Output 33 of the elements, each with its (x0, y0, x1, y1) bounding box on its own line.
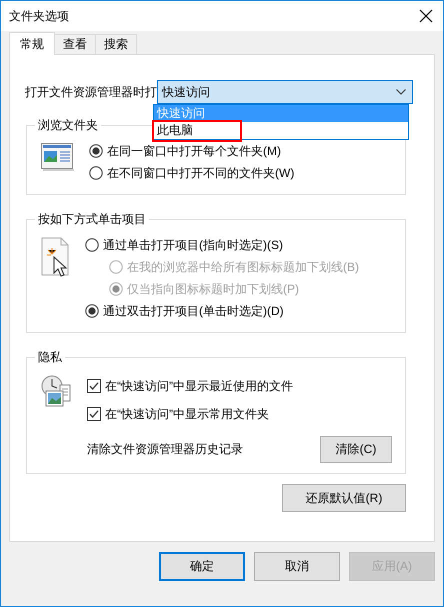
radio-button[interactable] (89, 166, 103, 180)
option-label: 通过单击打开项目(指向时选定)(S) (103, 236, 283, 254)
group-title: 按如下方式单击项目 (35, 211, 149, 228)
clear-button[interactable]: 清除(C) (320, 436, 392, 463)
window-title: 文件夹选项 (9, 8, 69, 24)
tab[interactable]: 常规 (9, 32, 55, 55)
checkbox[interactable] (87, 407, 101, 421)
group-title: 隐私 (35, 349, 65, 366)
radio-button[interactable] (89, 144, 103, 158)
dropdown-option[interactable]: 此电脑 (154, 122, 408, 139)
chevron-down-icon (396, 89, 406, 95)
clock-documents-icon (41, 375, 73, 409)
dialog-button[interactable]: 确定 (159, 552, 245, 581)
option-label: 在“快速访问”中显示最近使用的文件 (105, 378, 293, 394)
close-icon (419, 9, 433, 23)
option-label: 通过双击打开项目(单击时选定)(D) (103, 302, 284, 320)
radio-button[interactable] (85, 238, 99, 252)
click-page-icon (41, 237, 71, 279)
tab[interactable]: 搜索 (95, 34, 137, 54)
dialog-button[interactable]: 取消 (254, 552, 340, 581)
window-icon (41, 143, 75, 171)
open-in-label: 打开文件资源管理器时打 (25, 84, 157, 100)
restore-defaults-button[interactable]: 还原默认值(R) (282, 484, 406, 512)
option-label: 在我的浏览器中给所有图标标题加下划线(B) (127, 258, 359, 276)
option-label: 在同一窗口中打开每个文件夹(M) (107, 142, 281, 160)
option-label: 在“快速访问”中显示常用文件夹 (105, 406, 269, 422)
option-label: 仅当指向图标标题时加下划线(P) (127, 280, 299, 298)
radio-button[interactable] (85, 304, 99, 318)
clear-history-label: 清除文件资源管理器历史记录 (87, 441, 243, 458)
option-label: 在不同窗口中打开不同的文件夹(W) (107, 164, 294, 182)
group-title: 浏览文件夹 (35, 117, 101, 134)
checkbox[interactable] (87, 379, 101, 393)
open-in-dropdown[interactable]: 快速访问 (157, 80, 413, 104)
